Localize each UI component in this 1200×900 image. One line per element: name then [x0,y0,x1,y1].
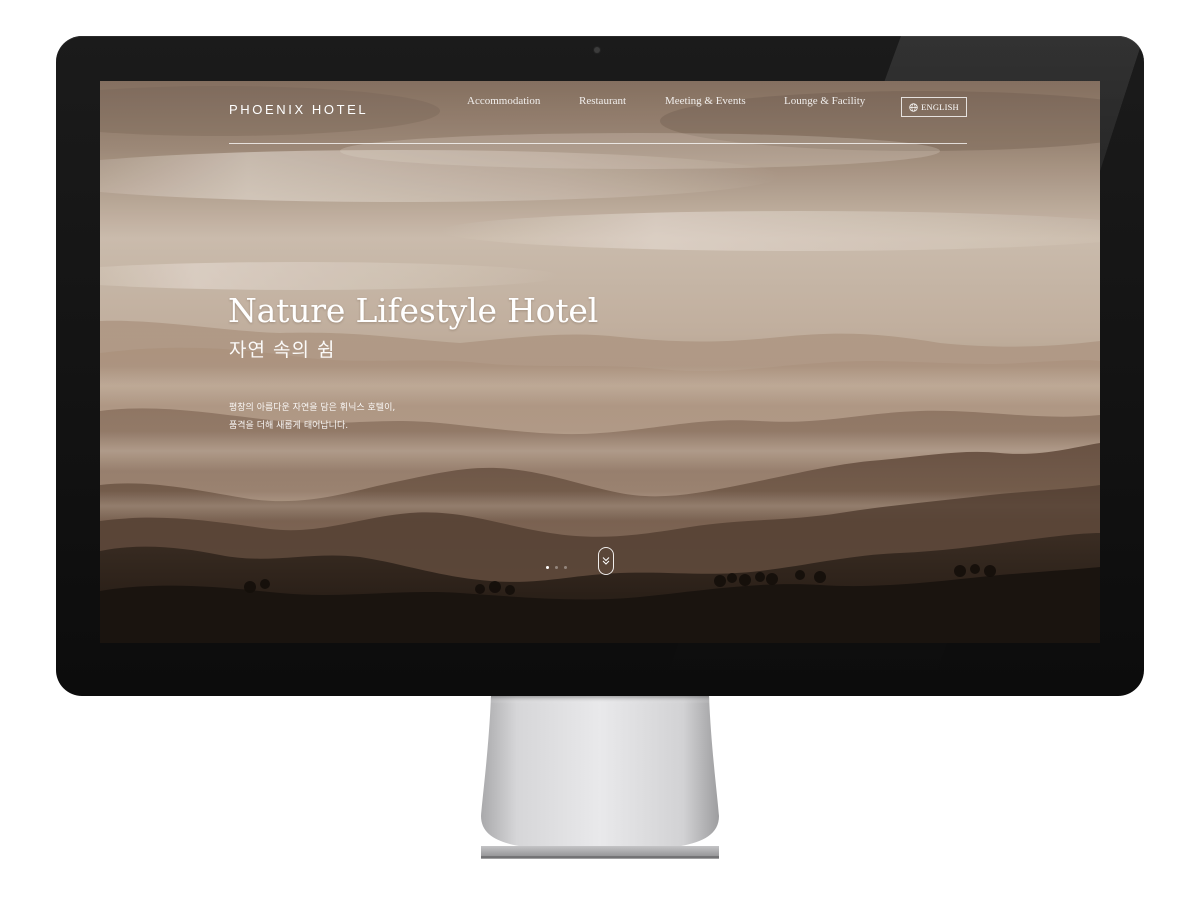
nav-item-accommodation[interactable]: Accommodation [467,95,540,107]
hero-description: 평창의 아름다운 자연을 담은 휘닉스 호텔이, 품격을 더해 새롭게 태어납니… [229,399,395,435]
slide-dot[interactable] [546,566,549,569]
hero-description-line-1: 평창의 아름다운 자연을 담은 휘닉스 호텔이, [229,403,396,413]
nav-item-meeting-events[interactable]: Meeting & Events [665,95,746,107]
nav-item-lounge-facility[interactable]: Lounge & Facility [784,95,865,107]
chevron-double-down-icon [602,557,610,565]
slide-dot[interactable] [555,566,558,569]
hero-subtitle: 자연 속의 쉼 [229,339,336,361]
globe-icon [909,102,918,112]
mockup-stage: PHOENIX HOTEL Accommodation Restaurant M… [0,0,1200,900]
camera-icon [594,47,600,53]
monitor-stand [435,696,765,859]
website-screen: PHOENIX HOTEL Accommodation Restaurant M… [100,81,1100,643]
nav-item-restaurant[interactable]: Restaurant [579,95,626,107]
scroll-down-button[interactable] [598,547,614,575]
monitor-bezel: PHOENIX HOTEL Accommodation Restaurant M… [56,36,1144,696]
monitor-stand-graphic [435,696,765,859]
hero-title: Nature Lifestyle Hotel [228,291,599,330]
slide-indicators [546,566,567,569]
language-label: ENGLISH [921,102,959,112]
site-logo[interactable]: PHOENIX HOTEL [229,102,368,117]
slide-dot[interactable] [564,566,567,569]
top-navigation: PHOENIX HOTEL Accommodation Restaurant M… [229,95,967,144]
hero-description-line-2: 품격을 더해 새롭게 태어납니다. [229,421,349,431]
language-button[interactable]: ENGLISH [901,97,967,117]
